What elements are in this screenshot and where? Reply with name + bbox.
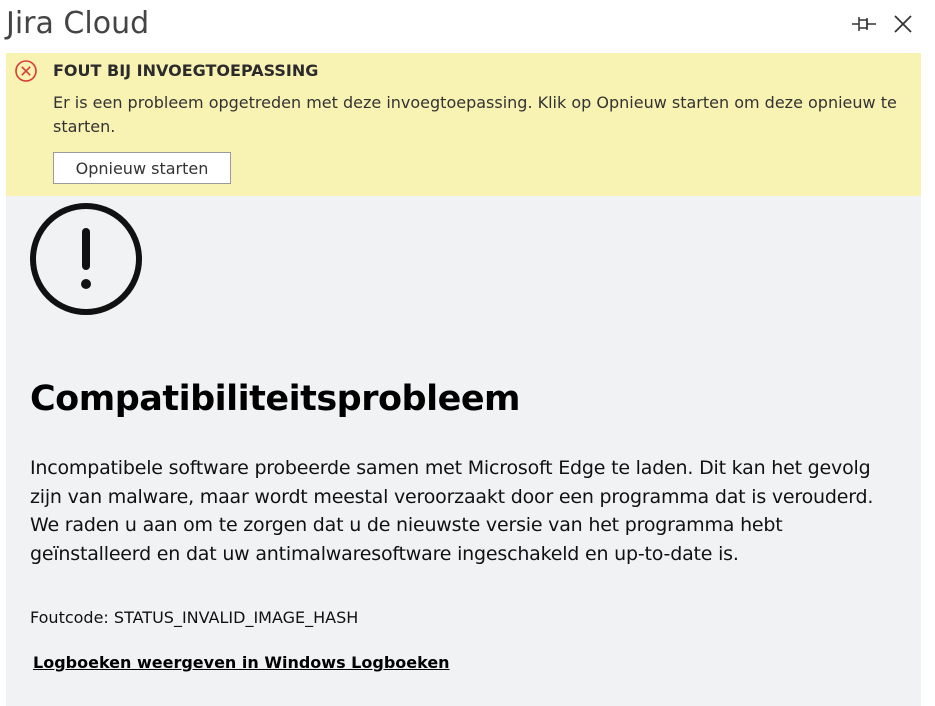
pin-button[interactable] [850,12,878,36]
title-bar: Jira Cloud [0,0,935,50]
exclamation-circle-icon [30,203,142,315]
addin-window: Jira Cloud FOUT BIJ INVOEGTOEPASSING Er … [0,0,935,706]
close-icon [894,15,912,33]
error-code: Foutcode: STATUS_INVALID_IMAGE_HASH [30,608,358,627]
error-circle-icon [15,60,37,82]
error-banner: FOUT BIJ INVOEGTOEPASSING Er is een prob… [6,53,921,196]
error-code-value: STATUS_INVALID_IMAGE_HASH [113,608,359,627]
view-logs-link[interactable]: Logboeken weergeven in Windows Logboeken [33,653,450,672]
error-description: Incompatibele software probeerde samen m… [30,457,874,565]
banner-message: Er is een probleem opgetreden met deze i… [53,93,897,136]
page-title: Compatibiliteitsprobleem [30,379,521,419]
error-code-label: Foutcode: [30,608,109,627]
banner-title: FOUT BIJ INVOEGTOEPASSING [53,61,319,80]
error-content: Compatibiliteitsprobleem Incompatibele s… [6,196,921,706]
window-title: Jira Cloud [6,6,150,41]
pin-icon [852,17,876,31]
restart-button[interactable]: Opnieuw starten [53,152,231,184]
close-button[interactable] [890,11,916,37]
